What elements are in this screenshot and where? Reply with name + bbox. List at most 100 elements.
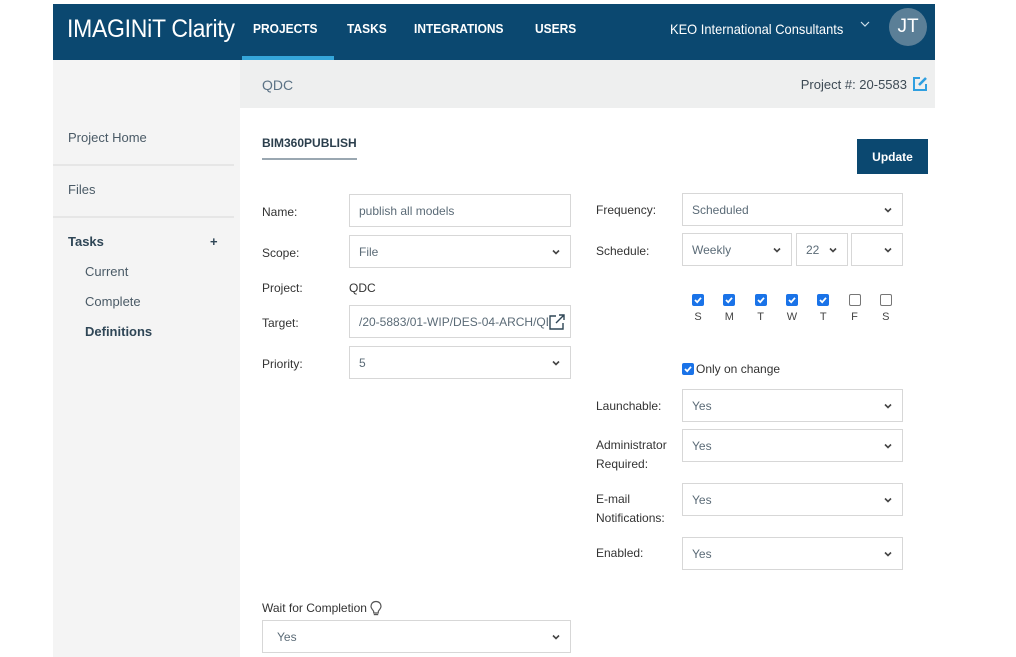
organization-selector[interactable]: KEO International Consultants <box>670 21 843 37</box>
email-notifications-label-line2: Notifications: <box>596 511 665 525</box>
chevron-down-icon <box>552 634 560 640</box>
weekday-label: T <box>757 311 764 323</box>
weekday-option[interactable]: M <box>722 294 736 323</box>
sidebar-item-project-home[interactable]: Project Home <box>68 130 147 145</box>
name-label: Name: <box>262 205 298 219</box>
sidebar-divider <box>53 164 234 166</box>
only-on-change-checkbox[interactable] <box>682 363 694 375</box>
edit-icon[interactable] <box>911 75 929 93</box>
weekday-checkbox[interactable] <box>754 294 767 306</box>
launchable-value: Yes <box>692 398 712 413</box>
email-notifications-label: E-mail Notifications: <box>596 491 665 527</box>
name-input[interactable]: publish all models <box>349 194 571 227</box>
email-notifications-select[interactable]: Yes <box>682 483 903 516</box>
project-title: QDC <box>262 77 294 93</box>
chevron-down-icon[interactable] <box>859 18 871 33</box>
sidebar-item-current[interactable]: Current <box>85 264 128 279</box>
weekday-label: M <box>724 311 734 323</box>
add-task-icon[interactable]: + <box>210 234 218 249</box>
weekday-option[interactable]: W <box>785 294 799 323</box>
chevron-down-icon <box>884 247 892 253</box>
chevron-down-icon <box>884 443 892 449</box>
email-notifications-value: Yes <box>692 492 712 507</box>
sidebar-item-files[interactable]: Files <box>68 182 95 197</box>
weekday-option[interactable]: T <box>816 294 830 323</box>
target-label: Target: <box>262 316 299 330</box>
lightbulb-icon[interactable] <box>369 600 383 617</box>
chevron-down-icon <box>552 360 560 366</box>
scope-value: File <box>359 244 379 259</box>
enabled-value: Yes <box>692 546 712 561</box>
admin-required-value: Yes <box>692 438 712 453</box>
tab-bim360publish[interactable]: BIM360PUBLISH <box>262 136 357 160</box>
weekday-checkbox[interactable] <box>817 294 830 306</box>
admin-required-label-line1: Administrator <box>596 438 667 452</box>
wait-for-completion-text: Wait for Completion <box>262 601 367 615</box>
chevron-down-icon <box>552 249 560 255</box>
weekday-checkbox[interactable] <box>879 294 892 306</box>
weekday-option[interactable]: S <box>879 294 893 323</box>
email-notifications-label-line1: E-mail <box>596 492 631 506</box>
top-navbar: IMAGINiT Clarity PROJECTS TASKS INTEGRAT… <box>53 4 935 60</box>
admin-required-select[interactable]: Yes <box>682 429 903 462</box>
weekday-checkbox[interactable] <box>692 294 704 306</box>
chevron-down-icon <box>884 497 892 503</box>
project-value: QDC <box>349 281 376 295</box>
priority-label: Priority: <box>262 357 303 371</box>
schedule-minute-select[interactable] <box>851 233 903 266</box>
target-input[interactable]: /20-5883/01-WIP/DES-04-ARCH/QDC-K <box>349 305 571 338</box>
chevron-down-icon <box>884 403 892 409</box>
project-number: Project #: 20-5583 <box>800 77 907 92</box>
nav-tasks[interactable]: TASKS <box>336 4 398 60</box>
weekday-option[interactable]: S <box>691 294 705 323</box>
external-link-icon[interactable] <box>548 313 566 331</box>
weekday-label: S <box>882 311 890 323</box>
wait-for-completion-select[interactable]: Yes <box>262 620 571 653</box>
target-value: /20-5883/01-WIP/DES-04-ARCH/QDC-K <box>359 314 548 329</box>
chevron-down-icon <box>829 247 837 253</box>
schedule-hour-value: 22 <box>806 242 820 257</box>
chevron-down-icon <box>773 247 781 253</box>
sidebar-divider <box>53 216 234 218</box>
frequency-label: Frequency: <box>596 203 657 217</box>
app-window: IMAGINiT Clarity PROJECTS TASKS INTEGRAT… <box>53 4 935 657</box>
weekday-checkbox[interactable] <box>785 294 798 306</box>
weekday-checkbox[interactable] <box>848 294 861 306</box>
schedule-label: Schedule: <box>596 244 650 258</box>
admin-required-label-line2: Required: <box>596 457 649 471</box>
launchable-select[interactable]: Yes <box>682 389 903 422</box>
weekday-label: F <box>851 311 858 323</box>
wait-for-completion-label: Wait for Completion <box>262 600 383 617</box>
nav-projects[interactable]: PROJECTS <box>242 4 335 60</box>
scope-label: Scope: <box>262 246 300 260</box>
project-header: QDC Project #: 20-5583 <box>240 60 935 108</box>
brand-logo[interactable]: IMAGINiT Clarity <box>67 15 235 44</box>
nav-users[interactable]: USERS <box>524 4 587 60</box>
weekday-option[interactable]: F <box>848 294 862 323</box>
weekday-label: S <box>694 311 702 323</box>
launchable-label: Launchable: <box>596 399 662 413</box>
schedule-hour-select[interactable]: 22 <box>796 233 848 266</box>
weekday-checkbox[interactable] <box>723 294 736 306</box>
project-label: Project: <box>262 281 303 295</box>
sidebar-item-tasks[interactable]: Tasks <box>68 234 104 249</box>
chevron-down-icon <box>884 207 892 213</box>
priority-select[interactable]: 5 <box>349 346 571 379</box>
only-on-change-option[interactable]: Only on change <box>682 362 780 376</box>
sidebar-item-complete[interactable]: Complete <box>85 294 141 309</box>
update-button[interactable]: Update <box>857 139 928 174</box>
sidebar-item-definitions[interactable]: Definitions <box>85 324 152 339</box>
priority-value: 5 <box>359 355 366 370</box>
weekday-label: T <box>819 311 827 323</box>
enabled-label: Enabled: <box>596 546 644 560</box>
chevron-down-icon <box>884 551 892 557</box>
main-nav: PROJECTS TASKS INTEGRATIONS USERS <box>242 4 593 60</box>
only-on-change-label: Only on change <box>696 362 781 376</box>
nav-integrations[interactable]: INTEGRATIONS <box>403 4 515 60</box>
enabled-select[interactable]: Yes <box>682 537 903 570</box>
user-avatar[interactable]: JT <box>889 8 927 46</box>
frequency-select[interactable]: Scheduled <box>682 193 903 226</box>
schedule-period-select[interactable]: Weekly <box>682 233 792 266</box>
scope-select[interactable]: File <box>349 235 571 268</box>
weekday-option[interactable]: T <box>754 294 768 323</box>
